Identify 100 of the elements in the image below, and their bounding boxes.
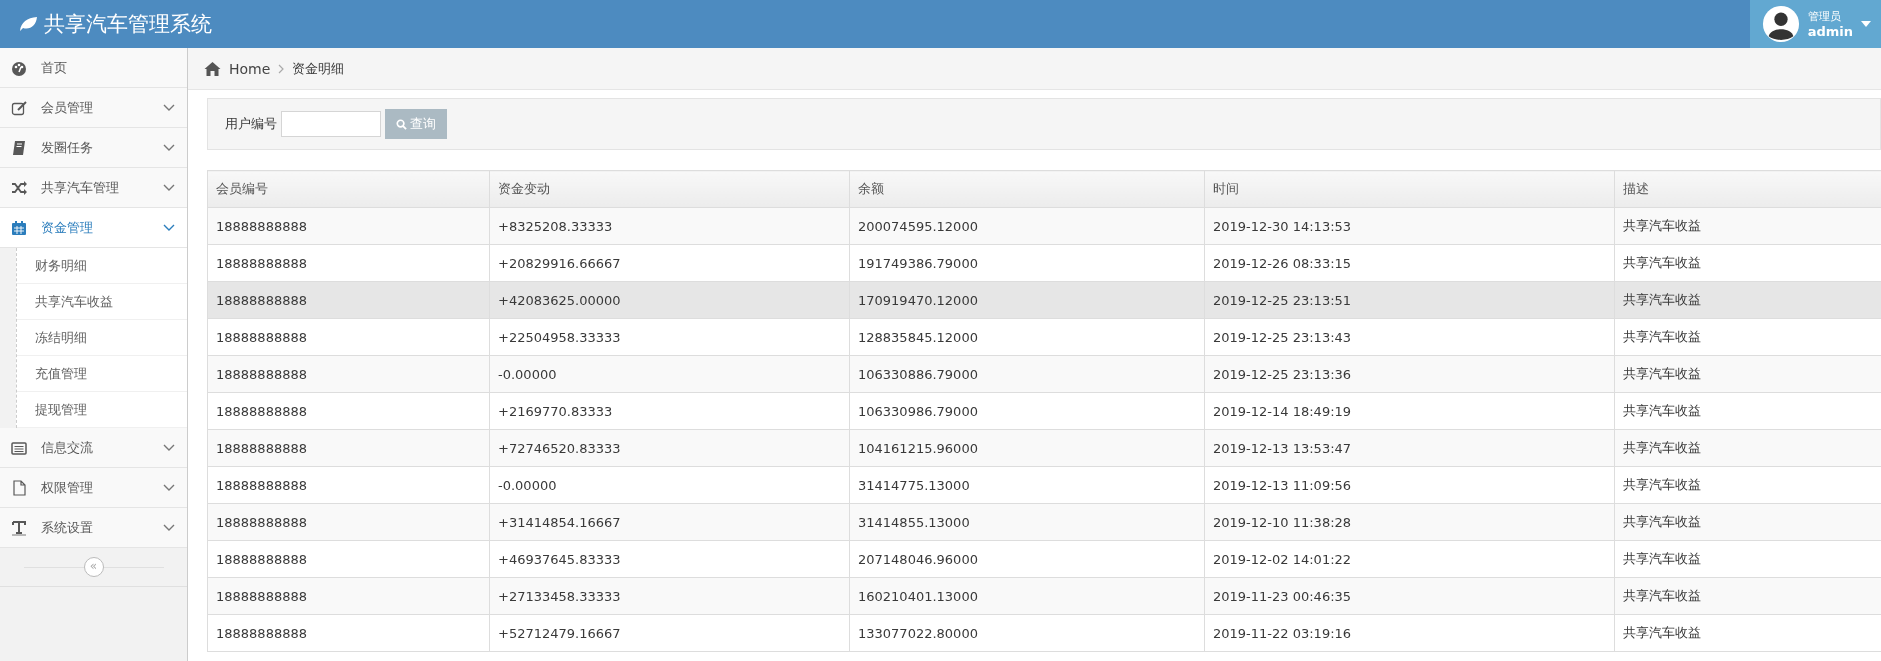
submenu-item[interactable]: 财务明细 <box>17 248 187 284</box>
calendar-icon <box>11 219 27 236</box>
breadcrumb-link[interactable]: Home <box>229 60 271 77</box>
table-cell: 106330886.79000 <box>849 355 1205 393</box>
table-cell: 2019-12-14 18:49:19 <box>1204 392 1615 430</box>
table-row[interactable]: 18888888888 +52712479.16667 133077022.80000 2019-11-22 03:19:16 共享汽车收益 <box>207 614 1881 652</box>
column-header: 资金变动 <box>489 170 850 208</box>
column-header: 描述 <box>1614 170 1881 208</box>
user-role: 管理员 <box>1807 9 1842 24</box>
book-icon <box>11 139 27 156</box>
sidebar-item[interactable]: 系统设置 <box>0 508 187 548</box>
breadcrumb-separator-icon <box>278 63 285 74</box>
table-cell: +8325208.33333 <box>489 207 850 245</box>
column-header: 会员编号 <box>207 170 490 208</box>
sidebar-item[interactable]: 首页 <box>0 48 187 88</box>
table-cell: 160210401.13000 <box>849 577 1205 615</box>
submenu-item[interactable]: 冻结明细 <box>17 320 187 356</box>
table-cell: +27133458.33333 <box>489 577 850 615</box>
gauge-icon <box>11 59 27 76</box>
table-cell: 18888888888 <box>207 207 490 245</box>
search-icon <box>396 118 407 130</box>
table-cell: 18888888888 <box>207 355 490 393</box>
table-cell: 2019-11-22 03:19:16 <box>1204 614 1615 652</box>
chevron-icon <box>163 443 175 452</box>
table-cell: 18888888888 <box>207 466 490 504</box>
table-cell: 18888888888 <box>207 503 490 541</box>
table-cell: 2019-12-13 13:53:47 <box>1204 429 1615 467</box>
sidebar-item[interactable]: 会员管理 <box>0 88 187 128</box>
table-row[interactable]: 18888888888 +20829916.66667 191749386.79000 2019-12-26 08:33:15 共享汽车收益 <box>207 244 1881 282</box>
table-cell: 18888888888 <box>207 392 490 430</box>
table-cell: 128835845.12000 <box>849 318 1205 356</box>
table-cell: +31414854.16667 <box>489 503 850 541</box>
table-cell: 2019-12-02 14:01:22 <box>1204 540 1615 578</box>
chevron-icon <box>163 143 175 152</box>
sidebar-item[interactable]: 共享汽车管理 <box>0 168 187 208</box>
table-row[interactable]: 18888888888 -0.00000 31414775.13000 2019-12-13 11:09:56 共享汽车收益 <box>207 466 1881 504</box>
table-cell: 2019-12-30 14:13:53 <box>1204 207 1615 245</box>
text-icon <box>11 519 27 536</box>
user-id-field[interactable] <box>281 111 381 137</box>
table-row[interactable]: 18888888888 +8325208.33333 200074595.12000 2019-12-30 14:13:53 共享汽车收益 <box>207 207 1881 245</box>
home-icon <box>204 61 221 76</box>
table-cell: 18888888888 <box>207 281 490 319</box>
table-cell: 200074595.12000 <box>849 207 1205 245</box>
table-row[interactable]: 18888888888 +72746520.83333 104161215.96000 2019-12-13 13:53:47 共享汽车收益 <box>207 429 1881 467</box>
sidebar-item[interactable]: 发圈任务 <box>0 128 187 168</box>
sidebar-item[interactable]: 资金管理 <box>0 208 187 248</box>
table-cell: +2169770.83333 <box>489 392 850 430</box>
table-cell: +46937645.83333 <box>489 540 850 578</box>
table-cell: +42083625.00000 <box>489 281 850 319</box>
table-cell: -0.00000 <box>489 466 850 504</box>
chevron-icon <box>163 483 175 492</box>
table-cell: +52712479.16667 <box>489 614 850 652</box>
user-name: admin <box>1807 24 1853 39</box>
column-header: 时间 <box>1204 170 1615 208</box>
table-row[interactable]: 18888888888 +2169770.83333 106330986.79000 2019-12-14 18:49:19 共享汽车收益 <box>207 392 1881 430</box>
table-cell: +22504958.33333 <box>489 318 850 356</box>
table-cell: 191749386.79000 <box>849 244 1205 282</box>
table-cell: 106330986.79000 <box>849 392 1205 430</box>
leaf-icon <box>18 16 38 32</box>
submenu-item[interactable]: 充值管理 <box>17 356 187 392</box>
chevron-icon <box>163 223 175 232</box>
column-header: 余额 <box>849 170 1205 208</box>
table-cell: +20829916.66667 <box>489 244 850 282</box>
table-cell: 2019-12-25 23:13:43 <box>1204 318 1615 356</box>
table-cell: 31414775.13000 <box>849 466 1205 504</box>
table-row[interactable]: 18888888888 +46937645.83333 207148046.96000 2019-12-02 14:01:22 共享汽车收益 <box>207 540 1881 578</box>
app-title: 共享汽车管理系统 <box>44 11 212 38</box>
table-cell: 18888888888 <box>207 318 490 356</box>
sidebar-item[interactable]: 权限管理 <box>0 468 187 508</box>
table-row[interactable]: 18888888888 -0.00000 106330886.79000 2019-12-25 23:13:36 共享汽车收益 <box>207 355 1881 393</box>
table-row[interactable]: 18888888888 +42083625.00000 170919470.12000 2019-12-25 23:13:51 共享汽车收益 <box>207 281 1881 319</box>
table-cell: 18888888888 <box>207 244 490 282</box>
table-cell: 2019-12-13 11:09:56 <box>1204 466 1615 504</box>
table-cell: 18888888888 <box>207 614 490 652</box>
avatar-icon <box>1761 5 1800 43</box>
shuffle-icon <box>11 179 27 196</box>
table-cell: 207148046.96000 <box>849 540 1205 578</box>
table-cell: 2019-12-25 23:13:51 <box>1204 281 1615 319</box>
search-label: 用户编号 <box>225 115 277 133</box>
sidebar-item[interactable]: 信息交流 <box>0 428 187 468</box>
table-row[interactable]: 18888888888 +22504958.33333 128835845.12000 2019-12-25 23:13:43 共享汽车收益 <box>207 318 1881 356</box>
breadcrumb-current: 资金明细 <box>292 59 345 78</box>
table-cell: 2019-12-26 08:33:15 <box>1204 244 1615 282</box>
table-row[interactable]: 18888888888 +27133458.33333 160210401.13000 2019-11-23 00:46:35 共享汽车收益 <box>207 577 1881 615</box>
chevron-icon <box>163 523 175 532</box>
caret-icon <box>1861 21 1871 27</box>
table-cell: 18888888888 <box>207 577 490 615</box>
chevron-icon <box>163 103 175 112</box>
table-cell: 104161215.96000 <box>849 429 1205 467</box>
table-cell: 18888888888 <box>207 540 490 578</box>
table-cell: 2019-12-25 23:13:36 <box>1204 355 1615 393</box>
chevron-icon <box>163 183 175 192</box>
table-cell: 18888888888 <box>207 429 490 467</box>
list-icon <box>11 439 27 456</box>
file-icon <box>11 479 27 496</box>
edit-icon <box>11 99 27 116</box>
table-cell: +72746520.83333 <box>489 429 850 467</box>
table-row[interactable]: 18888888888 +31414854.16667 31414855.13000 2019-12-10 11:38:28 共享汽车收益 <box>207 503 1881 541</box>
submenu-item[interactable]: 共享汽车收益 <box>17 284 187 320</box>
table-cell: 2019-12-10 11:38:28 <box>1204 503 1615 541</box>
